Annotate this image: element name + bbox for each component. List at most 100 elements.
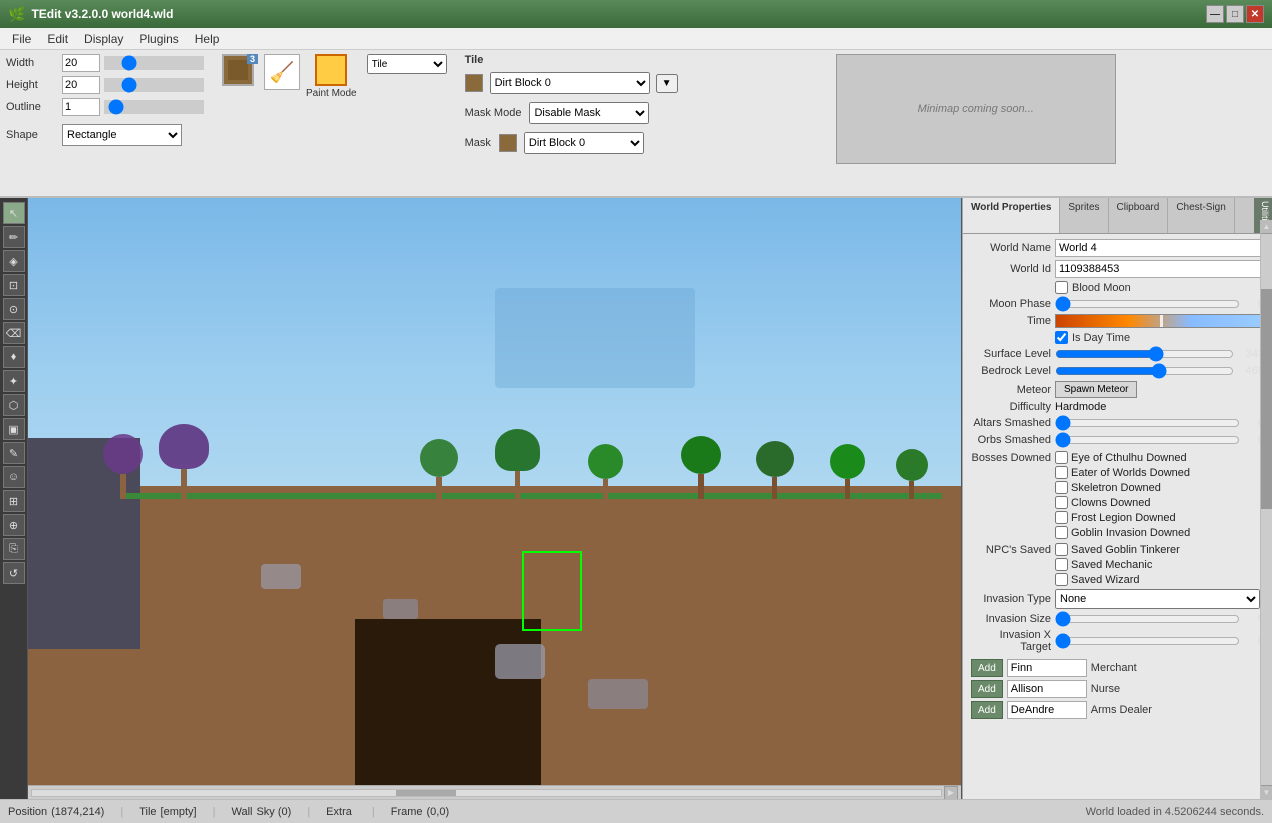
menu-display[interactable]: Display [76,30,131,48]
scroll-up-btn[interactable]: ▲ [1261,220,1272,234]
orbs-smashed-slider[interactable] [1055,433,1240,447]
boss-row-0: Eye of Cthulhu Downed [1055,451,1190,464]
moon-phase-slider[interactable] [1055,297,1240,311]
outline-slider[interactable] [104,100,204,114]
frame-value: (0,0) [427,806,450,818]
boss-3-checkbox[interactable] [1055,496,1068,509]
wire-tool-btn[interactable]: ⊞ [3,490,25,512]
npc-add-row-0: Add Merchant [971,659,1264,677]
invasion-type-select[interactable]: None Goblin Invasion Frost Legion [1055,589,1260,609]
frame-label: Frame [391,806,423,818]
npc-tool-btn[interactable]: ☺ [3,466,25,488]
invasion-x-row: Invasion X Target 0 [971,629,1264,653]
tile-select[interactable]: Dirt Block 0 [490,72,650,94]
tile-seg: Tile [empty] [139,806,196,818]
surface-level-label: Surface Level [971,348,1051,360]
npc-add-btn-1[interactable]: Add [971,680,1003,698]
blood-moon-checkbox[interactable] [1055,281,1068,294]
npc-name-input-0[interactable] [1007,659,1087,677]
menu-edit[interactable]: Edit [39,30,76,48]
eraser-button[interactable]: 🧹 [264,54,300,90]
panel-scrollbar[interactable]: ▲ ▼ [1260,220,1272,799]
undo-tool-btn[interactable]: ↺ [3,562,25,584]
paint-mode-label: Paint Mode [306,88,357,99]
npc-saved-1-checkbox[interactable] [1055,558,1068,571]
chest-tool-btn[interactable]: ▣ [3,418,25,440]
scroll-thumb-h[interactable] [396,790,456,796]
npc-name-input-2[interactable] [1007,701,1087,719]
spawn-meteor-button[interactable]: Spawn Meteor [1055,381,1137,398]
mask-mode-label: Mask Mode [465,107,522,119]
boss-4-checkbox[interactable] [1055,511,1068,524]
time-slider-visual[interactable] [1055,314,1264,328]
outline-label: Outline [6,101,58,113]
altars-smashed-slider[interactable] [1055,416,1240,430]
npc-name-input-1[interactable] [1007,680,1087,698]
rect-select-tool-btn[interactable]: ⊡ [3,274,25,296]
tab-chest-sign[interactable]: Chest-Sign [1168,198,1234,233]
boss-1-checkbox[interactable] [1055,466,1068,479]
width-slider[interactable] [104,56,204,70]
eyedrop-tool-btn[interactable]: ⊙ [3,298,25,320]
wand-tool-btn[interactable]: ✦ [3,370,25,392]
mask-select[interactable]: Dirt Block 0 [524,132,644,154]
npc-add-btn-0[interactable]: Add [971,659,1003,677]
npc-add-btn-2[interactable]: Add [971,701,1003,719]
world-id-input[interactable] [1055,260,1264,278]
horizontal-scrollbar[interactable]: ▶ [28,785,961,799]
world-name-input[interactable] [1055,239,1264,257]
boss-2-checkbox[interactable] [1055,481,1068,494]
npc-saved-2-checkbox[interactable] [1055,573,1068,586]
tile-dropdown-btn[interactable]: ▼ [656,74,678,93]
height-input[interactable] [62,76,100,94]
mode-select[interactable]: Tile Wall Liquid [367,54,447,74]
sprite-tool-btn[interactable]: ♦ [3,346,25,368]
bedrock-level-slider[interactable] [1055,364,1234,378]
pencil-tool-btn[interactable]: ✏ [3,226,25,248]
blood-moon-label: Blood Moon [1072,282,1131,294]
wall-value: Sky (0) [256,806,291,818]
paste-tool-btn[interactable]: ⎘ [3,538,25,560]
tab-sprites[interactable]: Sprites [1060,198,1108,233]
sign-tool-btn[interactable]: ✎ [3,442,25,464]
outline-input[interactable] [62,98,100,116]
toolbar-tile-mask: Tile Dirt Block 0 ▼ Mask Mode Disable Ma… [465,54,678,154]
width-label: Width [6,57,58,69]
panel-tabs-row: World Properties Sprites Clipboard Chest… [963,198,1272,234]
select-tool-btn[interactable]: ↖ [3,202,25,224]
scroll-thumb-v[interactable] [1261,289,1272,509]
npc-saved-row-0: Saved Goblin Tinkerer [1055,543,1180,556]
point-tool-btn[interactable]: ⊕ [3,514,25,536]
maximize-button[interactable]: □ [1226,5,1244,23]
scroll-down-btn[interactable]: ▼ [1261,785,1272,799]
scroll-right-btn[interactable]: ▶ [944,786,958,800]
height-slider[interactable] [104,78,204,92]
width-input[interactable] [62,54,100,72]
erase-tool-btn[interactable]: ⌫ [3,322,25,344]
menu-plugins[interactable]: Plugins [131,30,186,48]
tree-green-7 [896,449,928,499]
boss-5-checkbox[interactable] [1055,526,1068,539]
close-button[interactable]: ✕ [1246,5,1264,23]
shape-select[interactable]: Rectangle Circle Line [62,124,182,146]
tab-clipboard[interactable]: Clipboard [1109,198,1169,233]
boss-0-label: Eye of Cthulhu Downed [1071,452,1187,464]
scroll-track-v[interactable] [1261,234,1272,785]
toolbar-paint: 3 🧹 Paint Mode Tile Wall Liquid [222,54,447,99]
fill-tool-btn[interactable]: ◈ [3,250,25,272]
menu-help[interactable]: Help [187,30,228,48]
paint-mode-button[interactable] [315,54,347,86]
boss-0-checkbox[interactable] [1055,451,1068,464]
npc-saved-0-checkbox[interactable] [1055,543,1068,556]
mask-mode-select[interactable]: Disable Mask Enable Mask [529,102,649,124]
morph-tool-btn[interactable]: ⬡ [3,394,25,416]
scroll-track-h[interactable] [31,789,942,797]
menu-file[interactable]: File [4,30,39,48]
is-day-checkbox[interactable] [1055,331,1068,344]
surface-level-slider[interactable] [1055,347,1234,361]
minimize-button[interactable]: — [1206,5,1224,23]
canvas-area[interactable]: ▶ [28,198,962,799]
invasion-x-slider[interactable] [1055,634,1240,648]
tab-world-properties[interactable]: World Properties [963,198,1060,233]
invasion-size-slider[interactable] [1055,612,1240,626]
